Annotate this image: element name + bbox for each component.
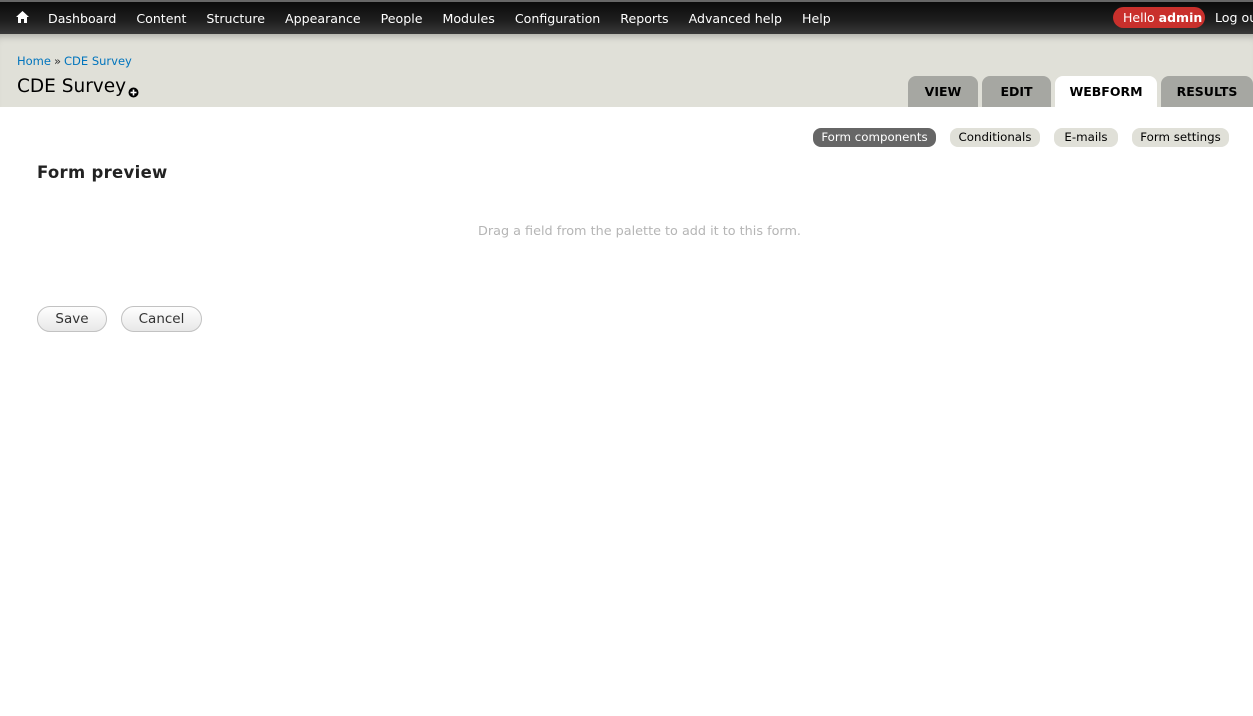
menu-configuration[interactable]: Configuration [505, 11, 610, 26]
menu-structure[interactable]: Structure [196, 11, 275, 26]
home-icon[interactable] [13, 8, 31, 26]
menu-appearance[interactable]: Appearance [275, 11, 371, 26]
logout-link[interactable]: Log out [1215, 2, 1253, 34]
menu-reports[interactable]: Reports [610, 11, 678, 26]
menu-modules[interactable]: Modules [432, 11, 504, 26]
page-header: Home» CDE Survey CDE Survey VIEW EDIT WEB… [0, 34, 1253, 107]
menu-content[interactable]: Content [126, 11, 196, 26]
admin-toolbar: Dashboard Content Structure Appearance P… [0, 0, 1253, 34]
page-title: CDE Survey [17, 76, 127, 97]
cancel-button[interactable]: Cancel [121, 306, 202, 332]
subtab-form-settings[interactable]: Form settings [1132, 128, 1229, 147]
tab-edit[interactable]: EDIT [982, 76, 1051, 107]
menu-advanced-help[interactable]: Advanced help [679, 11, 792, 26]
breadcrumb: Home» CDE Survey [17, 54, 132, 68]
user-greeting[interactable]: Hello admin [1113, 7, 1205, 28]
breadcrumb-cde-survey[interactable]: CDE Survey [64, 54, 132, 68]
tab-results[interactable]: RESULTS [1161, 76, 1253, 107]
tab-view[interactable]: VIEW [908, 76, 978, 107]
form-preview-heading: Form preview [37, 163, 168, 182]
menu-people[interactable]: People [371, 11, 433, 26]
breadcrumb-home[interactable]: Home [17, 54, 51, 68]
greeting-prefix: Hello [1123, 10, 1159, 25]
tab-webform[interactable]: WEBFORM [1055, 76, 1157, 107]
save-button[interactable]: Save [37, 306, 107, 332]
subtab-conditionals[interactable]: Conditionals [950, 128, 1040, 147]
menu-dashboard[interactable]: Dashboard [38, 11, 126, 26]
subtab-emails[interactable]: E-mails [1054, 128, 1118, 147]
empty-form-message: Drag a field from the palette to add it … [478, 224, 801, 239]
username: admin [1158, 10, 1203, 25]
breadcrumb-separator: » [53, 54, 62, 68]
toolbar-menu: Dashboard Content Structure Appearance P… [38, 2, 841, 34]
menu-help[interactable]: Help [792, 11, 841, 26]
subtab-form-components[interactable]: Form components [813, 128, 936, 147]
add-shortcut-icon[interactable] [128, 83, 139, 98]
